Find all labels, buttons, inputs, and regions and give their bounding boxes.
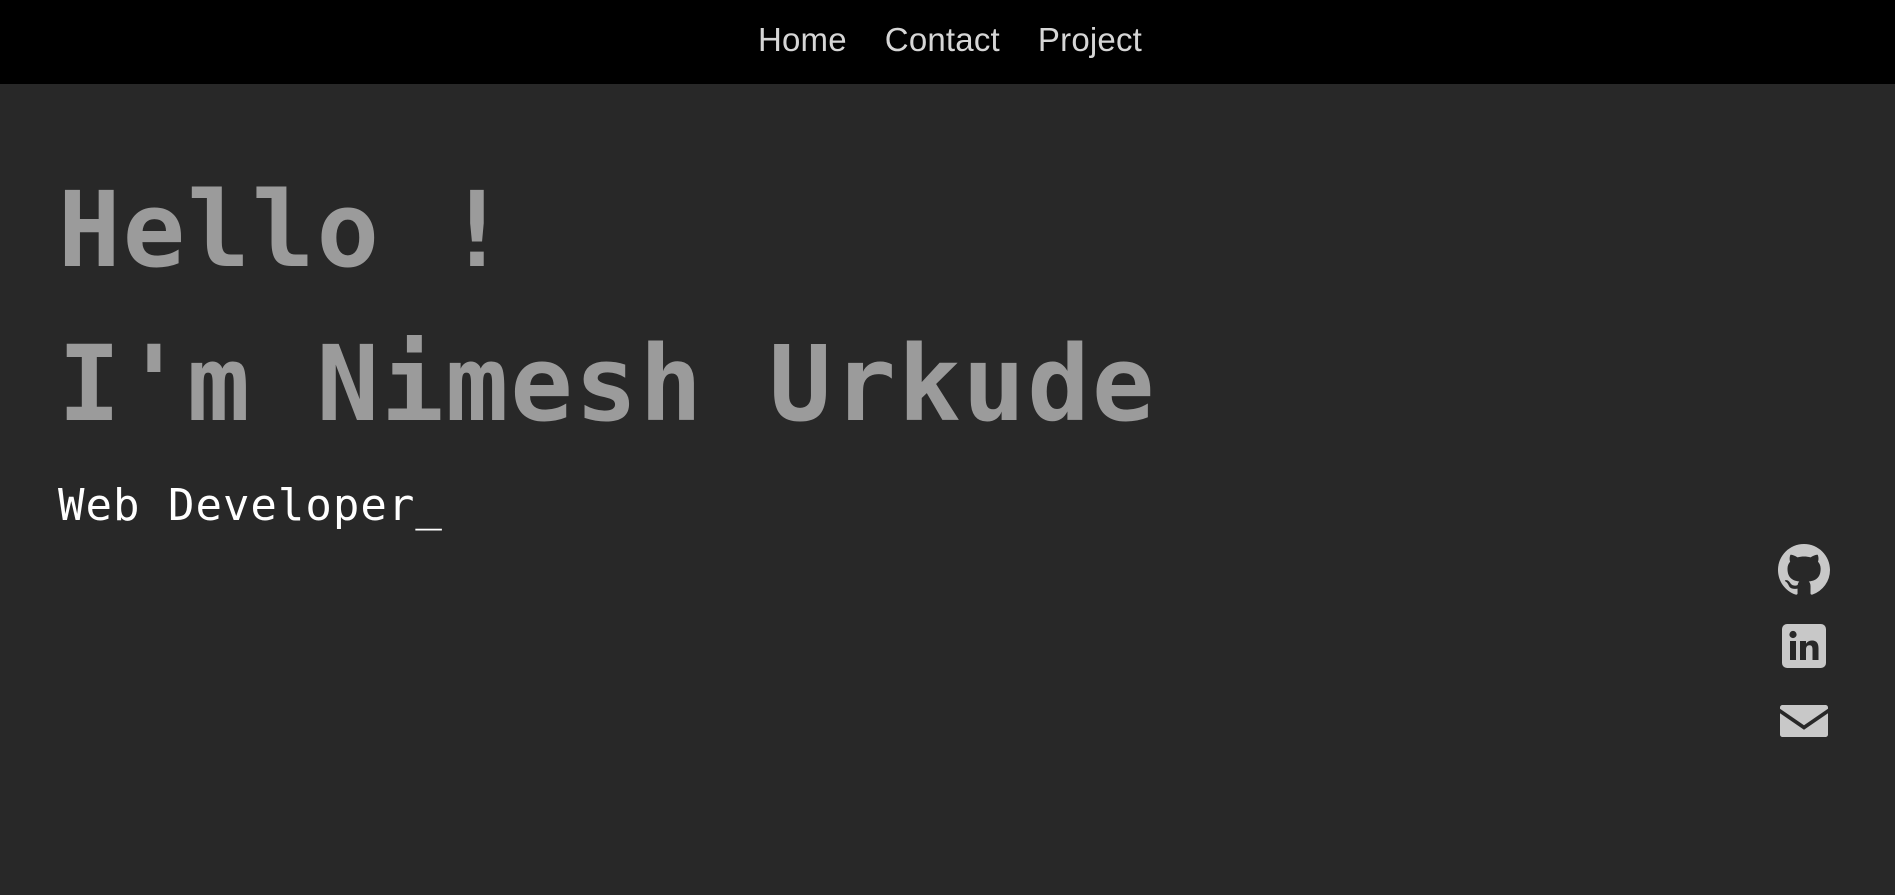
mail-link[interactable] bbox=[1778, 696, 1830, 748]
nav-home-link[interactable]: Home bbox=[758, 21, 847, 59]
linkedin-icon bbox=[1782, 624, 1826, 668]
nav-contact-link[interactable]: Contact bbox=[885, 21, 1000, 59]
github-icon bbox=[1778, 544, 1830, 595]
github-link[interactable] bbox=[1778, 544, 1830, 596]
linkedin-link[interactable] bbox=[1778, 620, 1830, 672]
hero-section: Hello ! I'm Nimesh Urkude Web Developer_ bbox=[58, 178, 1156, 531]
social-links bbox=[1778, 544, 1830, 748]
mail-icon bbox=[1780, 705, 1828, 737]
main-nav: Home Contact Project bbox=[758, 21, 1142, 59]
top-navbar: Home Contact Project bbox=[0, 0, 1895, 84]
role-subtitle: Web Developer_ bbox=[58, 480, 443, 531]
greeting-heading: Hello ! bbox=[58, 169, 511, 291]
nav-project-link[interactable]: Project bbox=[1038, 21, 1142, 59]
name-heading: I'm Nimesh Urkude bbox=[58, 323, 1157, 445]
